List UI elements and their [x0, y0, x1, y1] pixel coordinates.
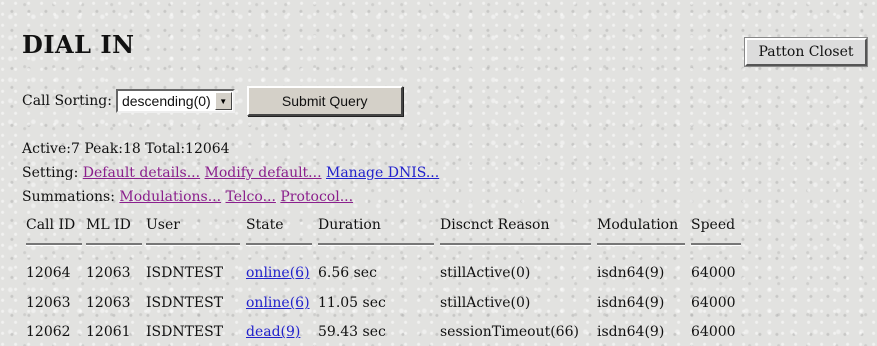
modify-default-link[interactable]: Modify default...	[205, 165, 322, 181]
modulation-cell: isdn64(9)	[597, 295, 665, 311]
call-sorting-value: descending(0)	[121, 93, 211, 109]
submit-query-button[interactable]: Submit Query	[246, 86, 403, 116]
column-header-discnct-reason: Discnct Reason	[440, 217, 550, 233]
divider	[246, 243, 312, 246]
divider	[86, 243, 142, 246]
disconnect-reason-cell: stillActive(0)	[440, 295, 531, 311]
column-header-user: User	[146, 217, 180, 233]
call-sorting-row: Call Sorting: descending(0) ▼ Submit Que…	[22, 86, 403, 116]
call-id-cell: 12064	[26, 265, 71, 281]
duration-cell: 11.05 sec	[318, 295, 386, 311]
call-sorting-label: Call Sorting:	[22, 93, 112, 109]
user-cell: ISDNTEST	[146, 295, 224, 311]
duration-cell: 6.56 sec	[318, 265, 377, 281]
call-id-cell: 12063	[26, 295, 71, 311]
divider	[597, 243, 685, 246]
setting-label: Setting:	[22, 165, 79, 181]
state-cell: dead(9)	[246, 324, 300, 340]
page: DIAL IN Patton Closet Call Sorting: desc…	[0, 0, 877, 346]
modulation-cell: isdn64(9)	[597, 265, 665, 281]
duration-cell: 59.43 sec	[318, 324, 386, 340]
chevron-down-icon[interactable]: ▼	[214, 92, 232, 110]
user-cell: ISDNTEST	[146, 324, 224, 340]
disconnect-reason-cell: stillActive(0)	[440, 265, 531, 281]
telco-link[interactable]: Telco...	[226, 189, 276, 205]
call-id-cell: 12062	[26, 324, 71, 340]
speed-cell: 64000	[691, 265, 736, 281]
state-cell: online(6)	[246, 265, 310, 281]
modulation-cell: isdn64(9)	[597, 324, 665, 340]
call-stats: Active:7 Peak:18 Total:12064	[22, 141, 230, 157]
column-header-modulation: Modulation	[597, 217, 679, 233]
state-link[interactable]: online(6)	[246, 295, 310, 311]
state-link[interactable]: dead(9)	[246, 324, 300, 340]
default-details-link[interactable]: Default details...	[83, 165, 200, 181]
page-title: DIAL IN	[22, 30, 135, 59]
patton-closet-button[interactable]: Patton Closet	[745, 38, 867, 66]
column-header-ml-id: ML ID	[86, 217, 131, 233]
state-link[interactable]: online(6)	[246, 265, 310, 281]
state-cell: online(6)	[246, 295, 310, 311]
speed-cell: 64000	[691, 295, 736, 311]
divider	[146, 243, 240, 246]
divider	[26, 243, 82, 246]
disconnect-reason-cell: sessionTimeout(66)	[440, 324, 579, 340]
divider	[318, 243, 434, 246]
ml-id-cell: 12063	[86, 265, 131, 281]
column-header-call-id: Call ID	[26, 217, 76, 233]
column-header-speed: Speed	[691, 217, 736, 233]
ml-id-cell: 12063	[86, 295, 131, 311]
user-cell: ISDNTEST	[146, 265, 224, 281]
summations-row: Summations: Modulations... Telco... Prot…	[22, 189, 353, 205]
divider	[691, 243, 741, 246]
modulations-link[interactable]: Modulations...	[119, 189, 221, 205]
ml-id-cell: 12061	[86, 324, 131, 340]
summations-label: Summations:	[22, 189, 115, 205]
call-sorting-select[interactable]: descending(0) ▼	[115, 89, 235, 113]
speed-cell: 64000	[691, 324, 736, 340]
divider	[440, 243, 591, 246]
protocol-link[interactable]: Protocol...	[280, 189, 353, 205]
column-header-duration: Duration	[318, 217, 381, 233]
manage-dnis-link[interactable]: Manage DNIS...	[326, 165, 439, 181]
column-header-state: State	[246, 217, 284, 233]
setting-row: Setting: Default details... Modify defau…	[22, 165, 439, 181]
